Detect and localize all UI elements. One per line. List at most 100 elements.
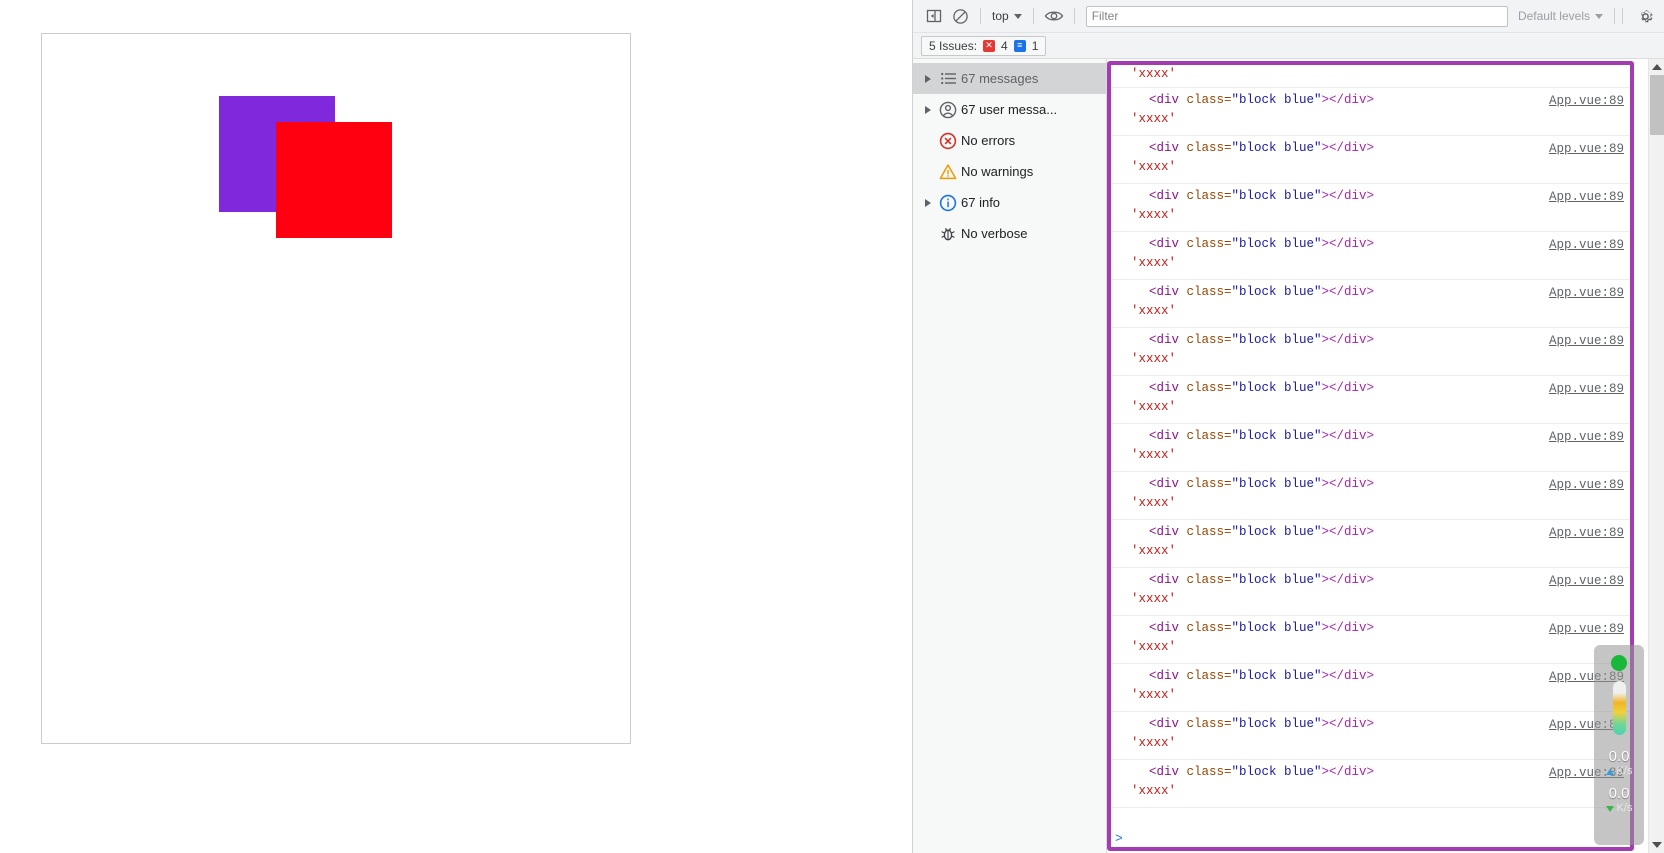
sidebar-item-0[interactable]: 67 messages [913, 63, 1106, 94]
console-message-row[interactable]: <div class="block blue"></div> App.vue:89… [1111, 760, 1630, 808]
download-unit-row: K/s [1605, 802, 1633, 815]
live-expression-eye-icon[interactable] [1041, 3, 1067, 29]
download-arrow-icon [1605, 805, 1614, 812]
toolbar-divider-2 [1032, 8, 1034, 24]
filter-input[interactable] [1085, 5, 1508, 27]
console-body: 67 messages 67 user messa... No errors No w… [913, 59, 1664, 853]
screen-root: top Default levels [0, 0, 1664, 853]
console-message-partial[interactable]: 'xxxx' [1111, 65, 1630, 88]
console-message-row[interactable]: <div class="block blue"></div> App.vue:89… [1111, 712, 1630, 760]
issues-label: 5 Issues: [929, 38, 978, 53]
message-string-literal: 'xxxx' [1131, 256, 1177, 270]
toolbar-divider-4 [1614, 8, 1615, 24]
upload-unit: K/s [1616, 765, 1633, 777]
console-message-row[interactable]: <div class="block blue"></div> App.vue:89… [1111, 568, 1630, 616]
status-indicator-dot [1611, 655, 1627, 671]
upload-value: 0.0 [1608, 748, 1630, 765]
upload-stat: 0.0 K/s [1605, 748, 1633, 778]
sidebar-item-label: 67 info [961, 195, 1001, 210]
execution-context-label: top [992, 9, 1009, 23]
issues-chip[interactable]: 5 Issues: ✕ 4 ≡ 1 [921, 35, 1047, 56]
sidebar-item-label: No verbose [961, 226, 1028, 241]
sidebar-item-5[interactable]: No verbose [913, 218, 1106, 249]
console-message-row[interactable]: <div class="block blue"></div> App.vue:89… [1111, 376, 1630, 424]
message-source-link[interactable]: App.vue:89 [1549, 236, 1624, 255]
log-levels-label: Default levels [1517, 9, 1590, 23]
console-message-row[interactable]: <div class="block blue"></div> App.vue:89… [1111, 136, 1630, 184]
toolbar-divider-1 [980, 8, 981, 24]
gear-icon[interactable] [1632, 3, 1658, 29]
expand-triangle-icon[interactable] [921, 105, 935, 114]
log-levels-selector[interactable]: Default levels [1514, 5, 1607, 27]
console-message-row[interactable]: <div class="block blue"></div> App.vue:89… [1111, 88, 1630, 136]
sidebar-item-label: 67 user messa... [961, 102, 1058, 117]
console-message-list[interactable]: 'xxxx' <div class="block blue"></div> App.… [1107, 59, 1664, 853]
message-source-link[interactable]: App.vue:89 [1549, 620, 1624, 639]
network-speed-widget[interactable]: 0.0 K/s 0.0 K/s [1594, 645, 1644, 845]
message-source-link[interactable]: App.vue:89 [1549, 476, 1624, 495]
upload-unit-row: K/s [1605, 765, 1633, 778]
download-value: 0.0 [1608, 785, 1630, 802]
block-red [276, 122, 392, 238]
console-message-row[interactable]: <div class="block blue"></div> App.vue:89… [1111, 472, 1630, 520]
issues-bar: 5 Issues: ✕ 4 ≡ 1 [913, 33, 1664, 59]
issues-error-count: 4 [1001, 38, 1008, 53]
console-message-row[interactable]: <div class="block blue"></div> App.vue:89… [1111, 184, 1630, 232]
scrollbar-thumb[interactable] [1650, 75, 1664, 135]
toolbar-divider-3 [1073, 8, 1075, 24]
message-source-link[interactable]: App.vue:89 [1549, 188, 1624, 207]
info-icon [935, 194, 961, 212]
console-message-row[interactable]: <div class="block blue"></div> App.vue:89… [1111, 280, 1630, 328]
message-string-literal: 'xxxx' [1131, 304, 1177, 318]
console-message-row[interactable]: <div class="block blue"></div> App.vue:89… [1111, 664, 1630, 712]
scroll-up-icon[interactable] [1649, 59, 1664, 75]
message-string-literal: 'xxxx' [1131, 496, 1177, 510]
clear-console-icon[interactable] [947, 3, 973, 29]
toolbar-divider-5 [1622, 8, 1623, 24]
chevron-down-icon [1013, 13, 1022, 19]
prompt-arrow-icon: > [1115, 830, 1123, 846]
console-message-row[interactable]: <div class="block blue"></div> App.vue:89… [1111, 424, 1630, 472]
sidebar-item-3[interactable]: No warnings [913, 156, 1106, 187]
sidebar-item-label: No errors [961, 133, 1016, 148]
info-badge-icon: ≡ [1013, 39, 1026, 52]
console-message-row[interactable]: <div class="block blue"></div> App.vue:89… [1111, 232, 1630, 280]
devtools-scrollbar[interactable] [1648, 59, 1664, 853]
sidebar-item-2[interactable]: No errors [913, 125, 1106, 156]
warning-icon [935, 163, 961, 181]
console-message-row[interactable]: <div class="block blue"></div> App.vue:89… [1111, 328, 1630, 376]
console-scroll-area[interactable]: 'xxxx' <div class="block blue"></div> App.… [1111, 65, 1630, 847]
list-icon [935, 70, 961, 87]
sidebar-item-1[interactable]: 67 user messa... [913, 94, 1106, 125]
message-string-literal: 'xxxx' [1131, 112, 1177, 126]
scroll-down-icon[interactable] [1649, 837, 1664, 853]
download-unit: K/s [1616, 802, 1633, 814]
bug-icon [935, 225, 961, 243]
message-string-literal: 'xxxx' [1131, 544, 1177, 558]
message-string-literal: 'xxxx' [1131, 592, 1177, 606]
sidebar-toggle-icon[interactable] [921, 3, 947, 29]
message-source-link[interactable]: App.vue:89 [1549, 572, 1624, 591]
upload-arrow-icon [1605, 768, 1614, 775]
message-source-link[interactable]: App.vue:89 [1549, 284, 1624, 303]
page-content-frame [41, 33, 631, 744]
message-source-link[interactable]: App.vue:89 [1549, 524, 1624, 543]
message-string-literal: 'xxxx' [1131, 736, 1177, 750]
chevron-down-icon [1595, 13, 1603, 19]
execution-context-selector[interactable]: top [988, 5, 1026, 27]
sidebar-item-label: 67 messages [961, 71, 1039, 86]
page-viewport [0, 0, 912, 853]
message-source-link[interactable]: App.vue:89 [1549, 380, 1624, 399]
console-message-row[interactable]: <div class="block blue"></div> App.vue:89… [1111, 520, 1630, 568]
expand-triangle-icon[interactable] [921, 74, 935, 83]
console-message-row[interactable]: <div class="block blue"></div> App.vue:89… [1111, 616, 1630, 664]
message-source-link[interactable]: App.vue:89 [1549, 140, 1624, 159]
message-source-link[interactable]: App.vue:89 [1549, 92, 1624, 111]
sidebar-item-4[interactable]: 67 info [913, 187, 1106, 218]
console-sidebar: 67 messages 67 user messa... No errors No w… [913, 59, 1107, 853]
message-source-link[interactable]: App.vue:89 [1549, 332, 1624, 351]
expand-triangle-icon[interactable] [921, 198, 935, 207]
console-prompt[interactable]: > [1115, 829, 1123, 847]
message-source-link[interactable]: App.vue:89 [1549, 428, 1624, 447]
message-string-literal: 'xxxx' [1131, 160, 1177, 174]
